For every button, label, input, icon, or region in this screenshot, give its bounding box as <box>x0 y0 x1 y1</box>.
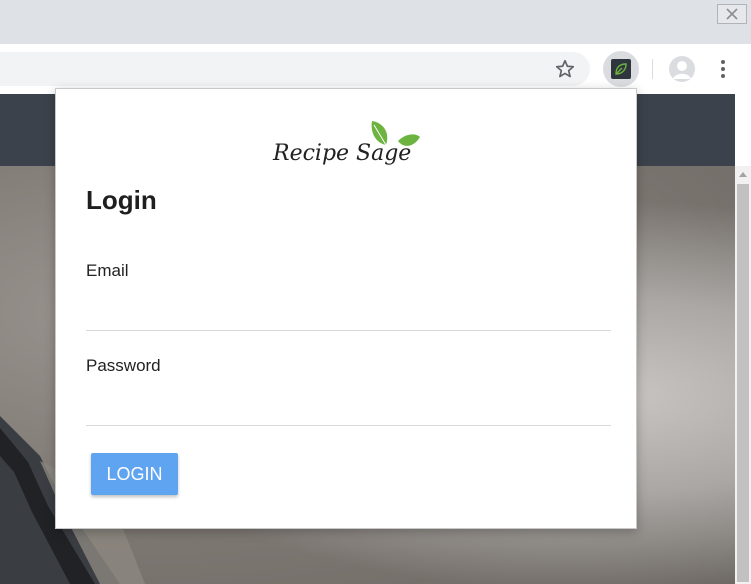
logo-leaves-icon <box>371 121 420 146</box>
close-icon <box>726 8 738 20</box>
scroll-thumb[interactable] <box>737 184 749 582</box>
leaf-icon <box>611 59 631 79</box>
window-close-button[interactable] <box>717 4 747 24</box>
login-title: Login <box>86 185 157 215</box>
password-label: Password <box>86 356 161 375</box>
extension-popup: Recipe Sage Login Email Password LOGIN <box>55 88 637 529</box>
more-menu-icon[interactable] <box>716 57 730 81</box>
page-scrollbar[interactable] <box>735 166 751 584</box>
toolbar-divider <box>652 59 653 79</box>
profile-avatar-icon[interactable] <box>668 55 696 83</box>
scroll-up-arrow-icon[interactable] <box>739 172 747 177</box>
email-label: Email <box>86 261 129 280</box>
password-field[interactable] <box>86 391 611 426</box>
email-field[interactable] <box>86 296 611 331</box>
browser-titlebar <box>0 0 751 44</box>
bookmark-star-icon[interactable] <box>554 58 576 80</box>
browser-toolbar <box>0 44 751 94</box>
address-bar[interactable] <box>0 52 590 86</box>
recipe-sage-extension-button[interactable] <box>603 51 639 87</box>
login-button[interactable]: LOGIN <box>91 453 178 495</box>
